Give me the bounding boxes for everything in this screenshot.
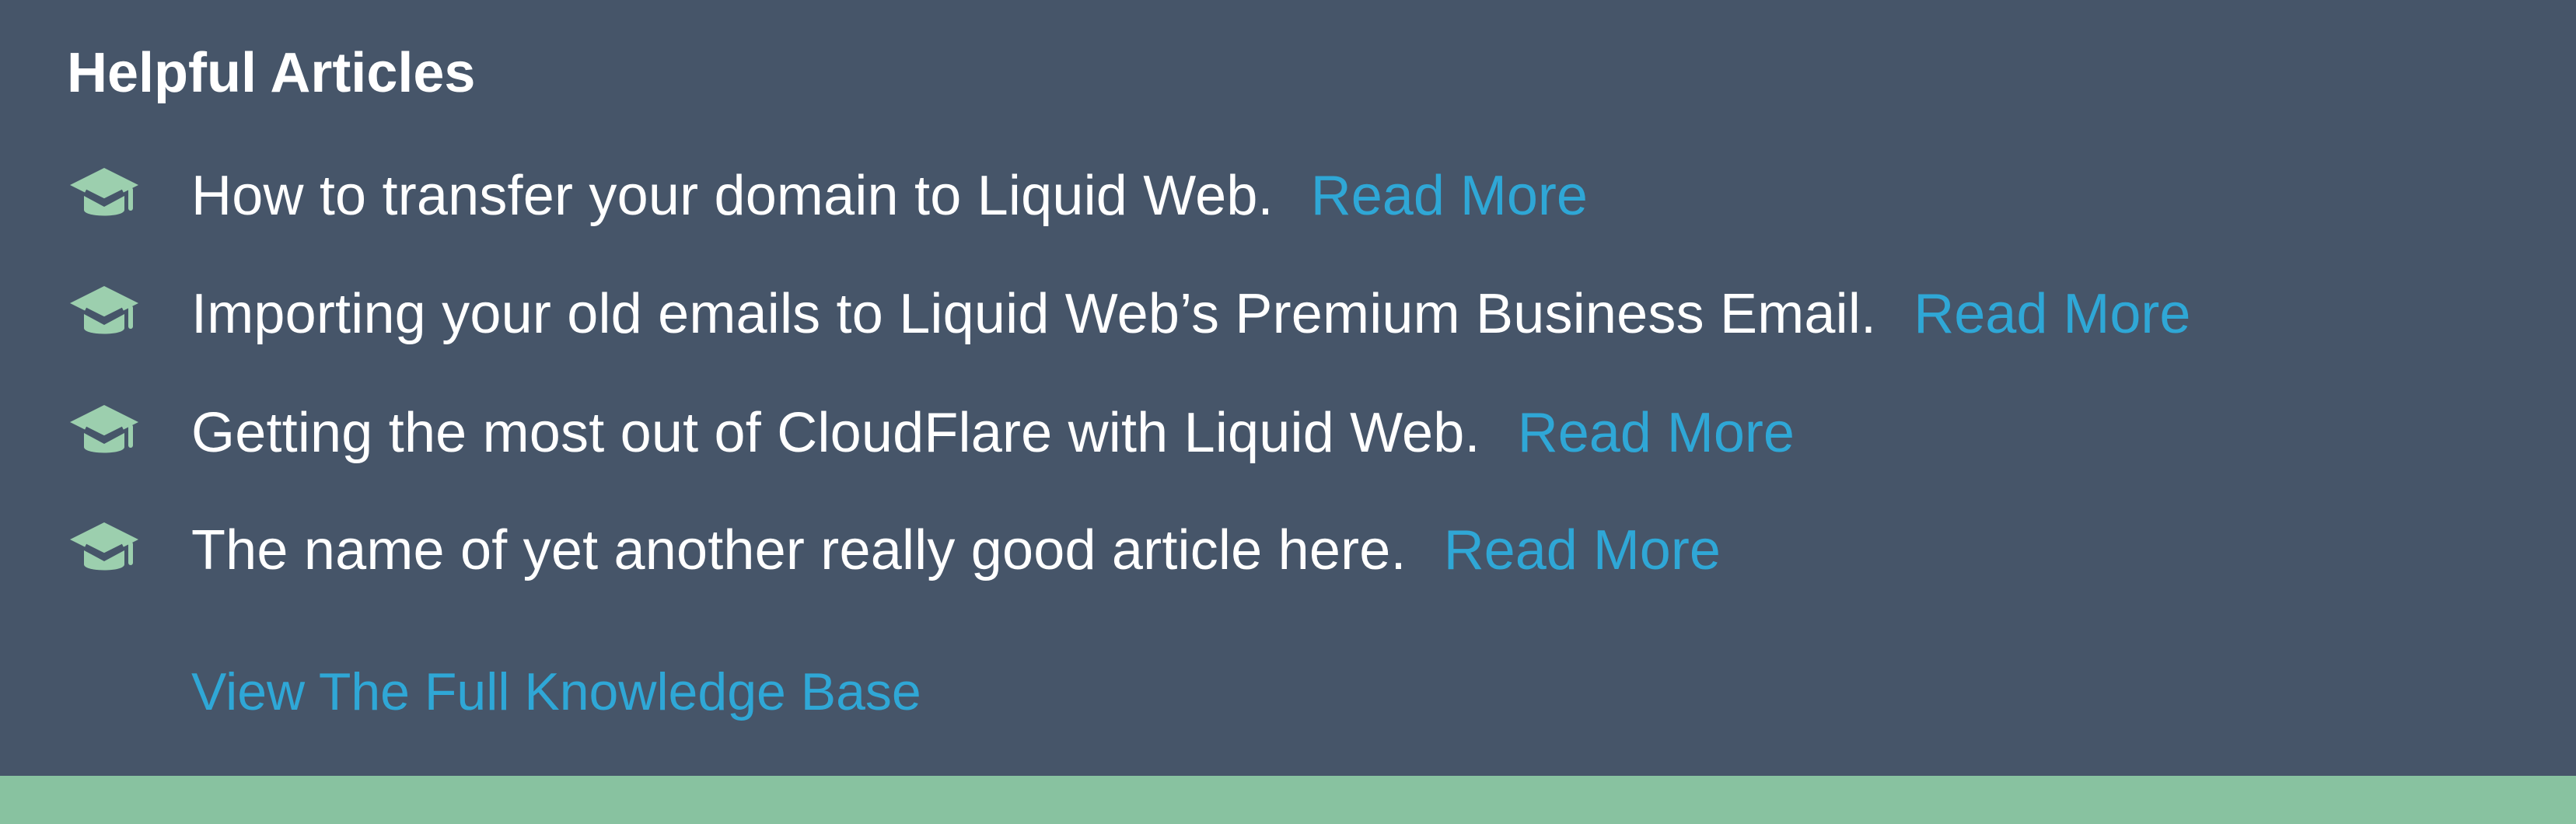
article-list-item: Getting the most out of CloudFlare with … [67,394,2539,472]
graduation-cap-icon [67,518,142,583]
article-list-item: The name of yet another really good arti… [67,512,2539,589]
graduation-cap-icon [67,163,142,229]
section-heading: Helpful Articles [67,42,476,104]
knowledge-base-link[interactable]: View The Full Knowledge Base [191,659,921,724]
article-title: The name of yet another really good arti… [191,519,1407,581]
article-list-item: Importing your old emails to Liquid Web’… [67,275,2539,353]
graduation-cap-icon [67,281,142,347]
helpful-articles-panel: Helpful Articles How to transfer your do… [0,0,2576,776]
graduation-cap-icon [67,400,142,466]
read-more-link[interactable]: Read More [1518,398,1795,468]
article-title: Getting the most out of CloudFlare with … [191,402,1480,464]
read-more-link[interactable]: Read More [1311,161,1588,231]
article-title: How to transfer your domain to Liquid We… [191,165,1274,227]
article-list-item: How to transfer your domain to Liquid We… [67,157,2539,235]
article-title: Importing your old emails to Liquid Web’… [191,283,1877,345]
footer-color-band [0,776,2576,824]
read-more-link[interactable]: Read More [1914,279,2190,349]
read-more-link[interactable]: Read More [1444,515,1721,585]
